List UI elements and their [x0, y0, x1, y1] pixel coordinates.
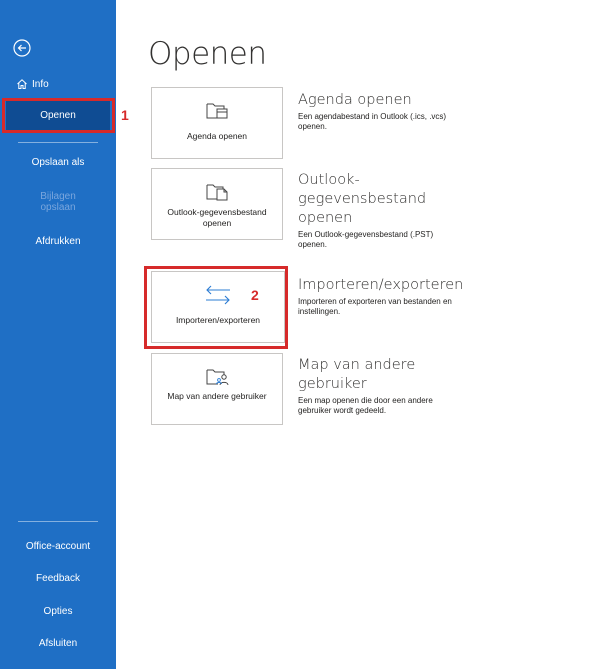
outlook-gegevensbestand-title: Outlook-gegevensbestand openen	[298, 172, 427, 226]
map-van-andere-gebruiker-text: Een map openen die door een andere gebru…	[298, 396, 433, 415]
sidebar-item-afsluiten-label: Afsluiten	[38, 638, 78, 649]
outlook-gegevensbestand-openen-label: Outlook-gegevensbestand openen	[167, 207, 267, 228]
sidebar-item-feedback-label: Feedback	[36, 573, 80, 584]
home-icon	[17, 79, 27, 89]
step-marker-2: 2	[251, 287, 259, 303]
step-marker-1: 1	[121, 107, 129, 123]
sidebar-item-opties[interactable]: Opties	[0, 606, 116, 617]
outlook-gegevensbestand-description: Outlook-gegevensbestand openen Een Outlo…	[298, 171, 448, 250]
importeren-exporteren-description: Importeren/exporteren Importeren of expo…	[298, 276, 464, 317]
map-van-andere-gebruiker-title: Map van andere gebruiker	[298, 357, 416, 392]
sidebar-item-office-account-label: Office-account	[25, 541, 91, 552]
map-van-andere-gebruiker-description: Map van andere gebruiker Een map openen …	[298, 356, 448, 416]
outlook-gegevensbestand-openen-button[interactable]: Outlook-gegevensbestand openen	[151, 168, 283, 240]
map-van-andere-gebruiker-label: Map van andere gebruiker	[167, 391, 267, 401]
outlook-gegevensbestand-text: Een Outlook-gegevensbestand (.PST) opene…	[298, 230, 434, 249]
sidebar-item-afsluiten[interactable]: Afsluiten	[0, 638, 116, 649]
sidebar-item-office-account[interactable]: Office-account	[0, 541, 116, 552]
highlight-box-openen	[2, 98, 115, 133]
sidebar-item-afdrukken[interactable]: Afdrukken	[0, 236, 116, 247]
sidebar-item-feedback[interactable]: Feedback	[0, 573, 116, 584]
agenda-openen-button[interactable]: Agenda openen	[151, 87, 283, 159]
agenda-openen-label: Agenda openen	[186, 131, 248, 141]
sidebar-item-info-label: Info	[32, 78, 49, 90]
sidebar-item-bijlagen-opslaan-label: Bijlagen opslaan	[40, 191, 76, 213]
back-arrow-circle-icon[interactable]	[12, 38, 32, 58]
agenda-openen-title: Agenda openen	[298, 92, 412, 108]
importeren-exporteren-title: Importeren/exporteren	[298, 277, 464, 293]
sidebar-item-bijlagen-opslaan: Bijlagen opslaan	[0, 191, 116, 213]
page-title: Openen	[148, 36, 267, 72]
shared-folder-user-icon	[205, 366, 229, 388]
calendar-folder-icon	[205, 100, 229, 122]
sidebar-divider-bottom	[18, 521, 98, 522]
agenda-openen-description: Agenda openen Een agendabestand in Outlo…	[298, 91, 458, 132]
sidebar-item-afdrukken-label: Afdrukken	[35, 236, 81, 247]
map-van-andere-gebruiker-button[interactable]: Map van andere gebruiker	[151, 353, 283, 425]
sidebar-item-opties-label: Opties	[43, 606, 73, 617]
highlight-box-importeren-exporteren	[144, 266, 288, 349]
sidebar-item-info[interactable]: Info	[0, 76, 116, 92]
importeren-exporteren-text: Importeren of exporteren van bestanden e…	[298, 297, 452, 316]
data-file-folder-icon	[205, 181, 229, 203]
sidebar-item-opslaan-als-label: Opslaan als	[31, 157, 85, 168]
agenda-openen-text: Een agendabestand in Outlook (.ics, .vcs…	[298, 112, 447, 131]
sidebar-divider	[18, 142, 98, 143]
sidebar-item-opslaan-als[interactable]: Opslaan als	[0, 157, 116, 168]
